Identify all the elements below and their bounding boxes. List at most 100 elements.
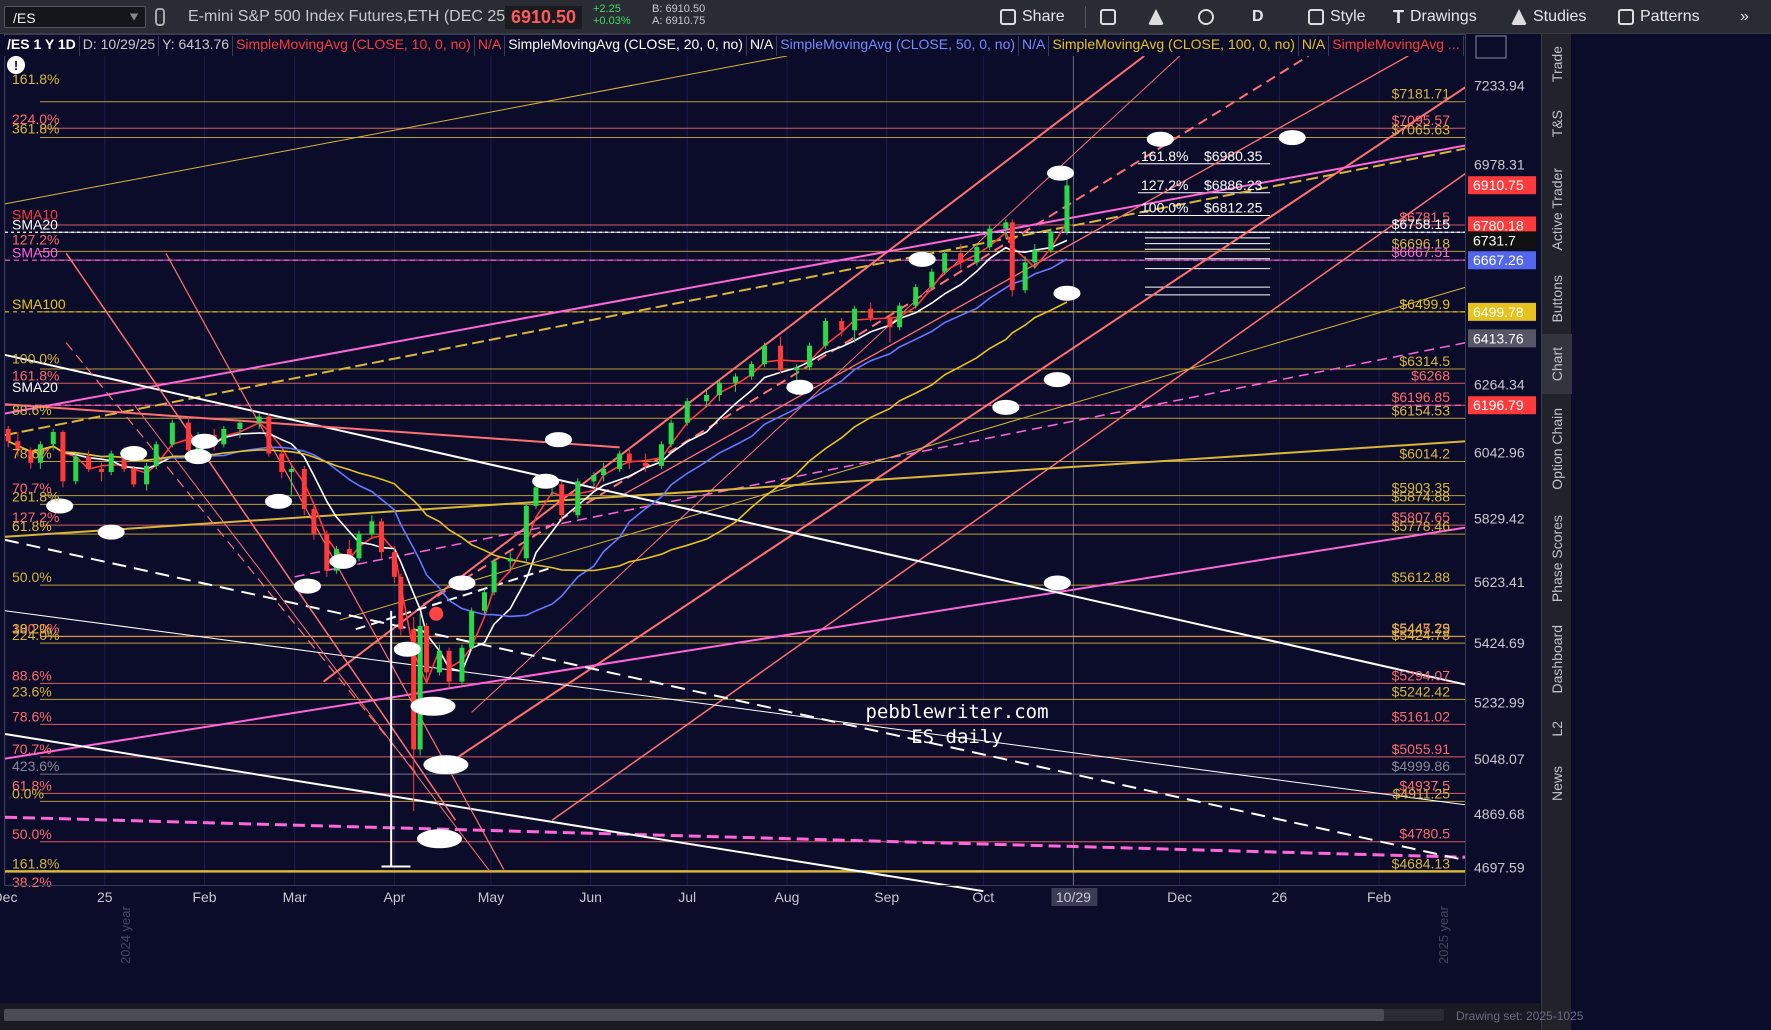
candle-body — [913, 287, 919, 306]
scrollbar-thumb[interactable] — [4, 1009, 1384, 1021]
study-sma10[interactable]: SimpleMovingAvg (CLOSE, 10, 0, no) — [233, 36, 475, 56]
candle-body — [823, 321, 829, 346]
price-chart[interactable]: $7181.71$7095.57$7065.63$6781.5$6758.15$… — [0, 34, 1541, 1003]
settings-button[interactable] — [1198, 6, 1214, 28]
candle-body — [617, 453, 623, 469]
marker-oval — [1043, 575, 1071, 591]
candle-body — [958, 253, 964, 263]
studies-button[interactable]: Studies — [1511, 6, 1586, 28]
marker-oval — [184, 449, 212, 465]
level-label: $5778.46 — [1392, 518, 1451, 534]
fib-label: 23.6% — [12, 683, 52, 699]
study-more[interactable]: SimpleMovingAvg ... — [1329, 36, 1464, 56]
sidebar-tab-chart[interactable]: Chart — [1542, 334, 1572, 394]
symbol-selector[interactable]: /ES — [4, 6, 146, 28]
level-label: $5242.42 — [1392, 683, 1451, 699]
studies-label: Studies — [1533, 8, 1587, 25]
study-sma10-value: N/A — [474, 36, 506, 56]
sidebar-tab-label: Phase Scores — [1549, 515, 1565, 603]
target-fib-label: 100.0% — [1141, 200, 1188, 216]
candle-body — [887, 317, 893, 328]
candle-body — [436, 650, 442, 673]
study-sma50[interactable]: SimpleMovingAvg (CLOSE, 50, 0, no) — [777, 36, 1020, 56]
candle-body — [807, 345, 813, 368]
flask-icon — [1148, 9, 1164, 25]
fib-label: 423.6% — [12, 758, 59, 774]
sidebar-tab-l2[interactable]: L2 — [1542, 704, 1572, 754]
sidebar-tab-label: Active Trader — [1549, 167, 1565, 251]
candle-body — [288, 468, 294, 473]
marker-oval — [1047, 165, 1075, 181]
price-axis-tick: 6042.96 — [1474, 445, 1525, 461]
candle-body — [279, 453, 285, 473]
candle-body — [974, 247, 980, 263]
price-axis-tick: 5048.07 — [1474, 751, 1525, 767]
target-fib-label: 127.2% — [1141, 177, 1188, 193]
marker-oval — [1278, 130, 1306, 146]
target-price-label: $6812.25 — [1204, 200, 1263, 216]
marker-oval — [532, 473, 560, 489]
marker-oval — [293, 578, 321, 594]
candle-body — [459, 647, 465, 682]
link-icon[interactable] — [155, 8, 165, 26]
candle-body — [481, 592, 487, 611]
candle-body — [852, 308, 858, 331]
time-axis-label: Apr — [383, 889, 405, 905]
candle-body — [684, 401, 690, 423]
chevron-down-icon — [129, 13, 139, 21]
candle-body — [642, 462, 648, 466]
sidebar-tab-active-trader[interactable]: Active Trader — [1542, 154, 1572, 264]
sidebar-tab-buttons[interactable]: Buttons — [1542, 264, 1572, 334]
patterns-button[interactable]: Patterns — [1618, 6, 1700, 28]
marker-oval — [786, 379, 814, 395]
candle-body — [716, 382, 722, 395]
marker-oval — [416, 829, 462, 849]
study-sma20[interactable]: SimpleMovingAvg (CLOSE, 20, 0, no) — [505, 36, 747, 56]
sidebar-tab-option-chain[interactable]: Option Chain — [1542, 394, 1572, 504]
sidebar-tab-phase-scores[interactable]: Phase Scores — [1542, 504, 1572, 614]
study-sma100[interactable]: SimpleMovingAvg (CLOSE, 100, 0, no) — [1049, 36, 1299, 56]
level-label: $4780.5 — [1399, 826, 1450, 842]
info-icon-glyph: ! — [14, 58, 18, 73]
level-label: $4911.25 — [1393, 785, 1451, 801]
year-label: 2025 year — [1436, 906, 1451, 964]
marker-oval — [191, 433, 219, 449]
style-button[interactable]: Style — [1308, 6, 1366, 28]
sidebar-tab-label: Buttons — [1549, 275, 1565, 323]
drawings-button[interactable]: T Drawings — [1393, 6, 1477, 28]
sidebar-tab-label: Trade — [1549, 45, 1565, 83]
time-axis-label: Feb — [192, 889, 216, 905]
candle-body — [601, 468, 607, 476]
net-change-percent: +0.03% — [593, 15, 631, 27]
sidebar-tab-dashboard[interactable]: Dashboard — [1542, 614, 1572, 704]
marker-oval — [329, 553, 357, 569]
time-axis-label: 25 — [97, 889, 113, 905]
text-tool-icon: T — [1393, 6, 1404, 27]
sidebar-tab-label: T&S — [1549, 110, 1565, 138]
candle-body — [144, 465, 150, 485]
horizontal-scrollbar[interactable] — [4, 1009, 1444, 1021]
sidebar-tab-t-s[interactable]: T&S — [1542, 94, 1572, 154]
fib-label: 50.0% — [12, 569, 52, 585]
target-fib-label: 161.8% — [1141, 148, 1188, 164]
candle-body — [417, 626, 423, 750]
fib-label: 88.6% — [12, 667, 52, 683]
sidebar-tab-trade[interactable]: Trade — [1542, 34, 1572, 94]
sidebar-tab-news[interactable]: News — [1542, 754, 1572, 814]
candle-body — [987, 228, 993, 248]
snapshot-button[interactable] — [1100, 6, 1116, 28]
time-axis-label: May — [478, 889, 504, 905]
share-button[interactable]: Share — [1000, 6, 1065, 28]
timeframe-button[interactable]: D — [1252, 6, 1264, 28]
flask-button[interactable] — [1148, 6, 1164, 28]
candle-body — [131, 468, 137, 485]
candle-body — [1003, 222, 1009, 229]
collapse-button[interactable]: » — [1740, 6, 1749, 28]
time-axis-label: Mar — [283, 889, 307, 905]
fib-label: 361.8% — [12, 121, 59, 137]
price-axis-box-label: 6731.7 — [1473, 232, 1516, 248]
level-label: $5612.88 — [1392, 569, 1451, 585]
candle-body — [185, 422, 191, 451]
candle-body — [761, 345, 767, 365]
marker-oval — [992, 399, 1020, 415]
